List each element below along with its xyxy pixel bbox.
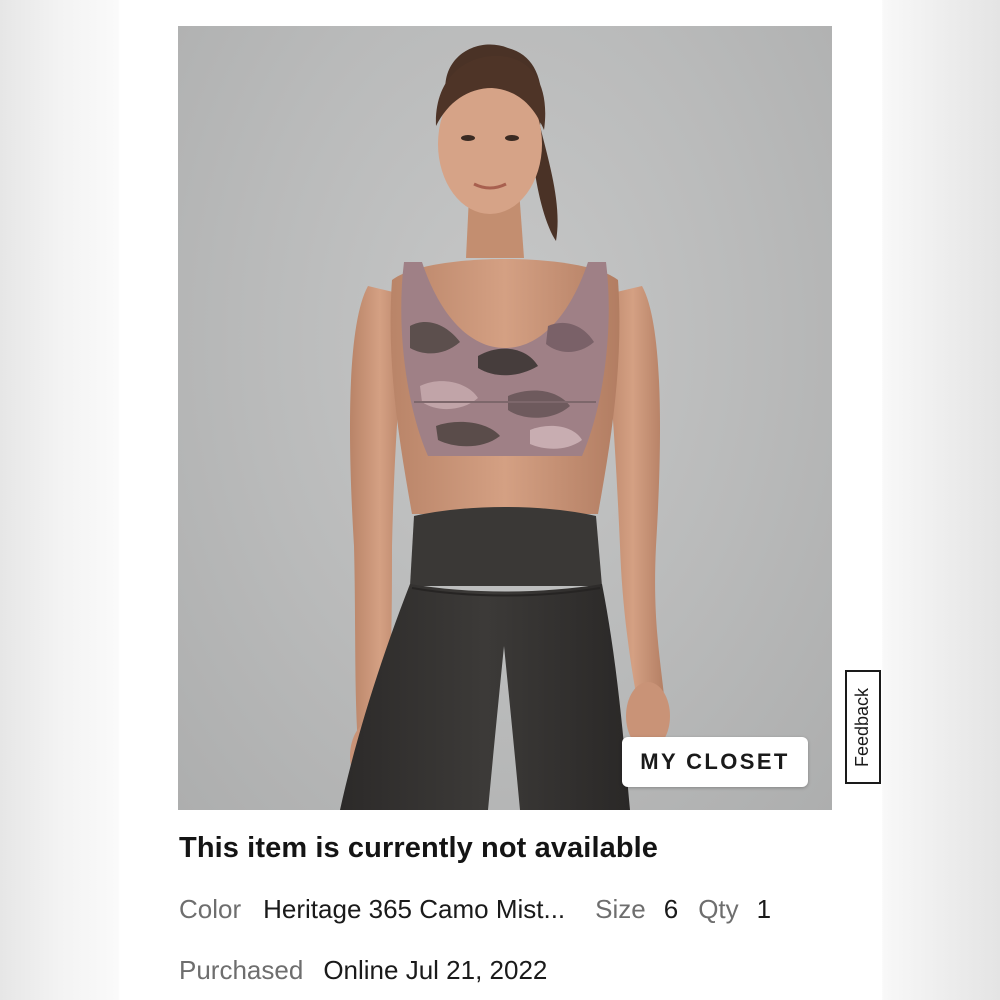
feedback-tab[interactable]: Feedback <box>845 670 881 784</box>
purchase-details-row: Purchased Online Jul 21, 2022 <box>179 955 547 986</box>
my-closet-label: MY CLOSET <box>640 749 790 774</box>
size-value: 6 <box>663 894 679 924</box>
qty-label: Qty <box>698 894 739 924</box>
purchased-label: Purchased <box>179 955 304 985</box>
color-value: Heritage 365 Camo Mist... <box>263 894 566 924</box>
qty-value: 1 <box>756 894 772 924</box>
size-label: Size <box>595 894 646 924</box>
item-details-row: Color Heritage 365 Camo Mist... Size 6 Q… <box>179 894 771 925</box>
feedback-label: Feedback <box>852 687 873 767</box>
product-photo <box>178 26 832 810</box>
my-closet-button[interactable]: MY CLOSET <box>622 737 808 787</box>
availability-message: This item is currently not available <box>179 832 659 864</box>
color-label: Color <box>179 894 242 924</box>
purchased-value: Online Jul 21, 2022 <box>323 955 548 985</box>
model-illustration <box>340 44 670 810</box>
